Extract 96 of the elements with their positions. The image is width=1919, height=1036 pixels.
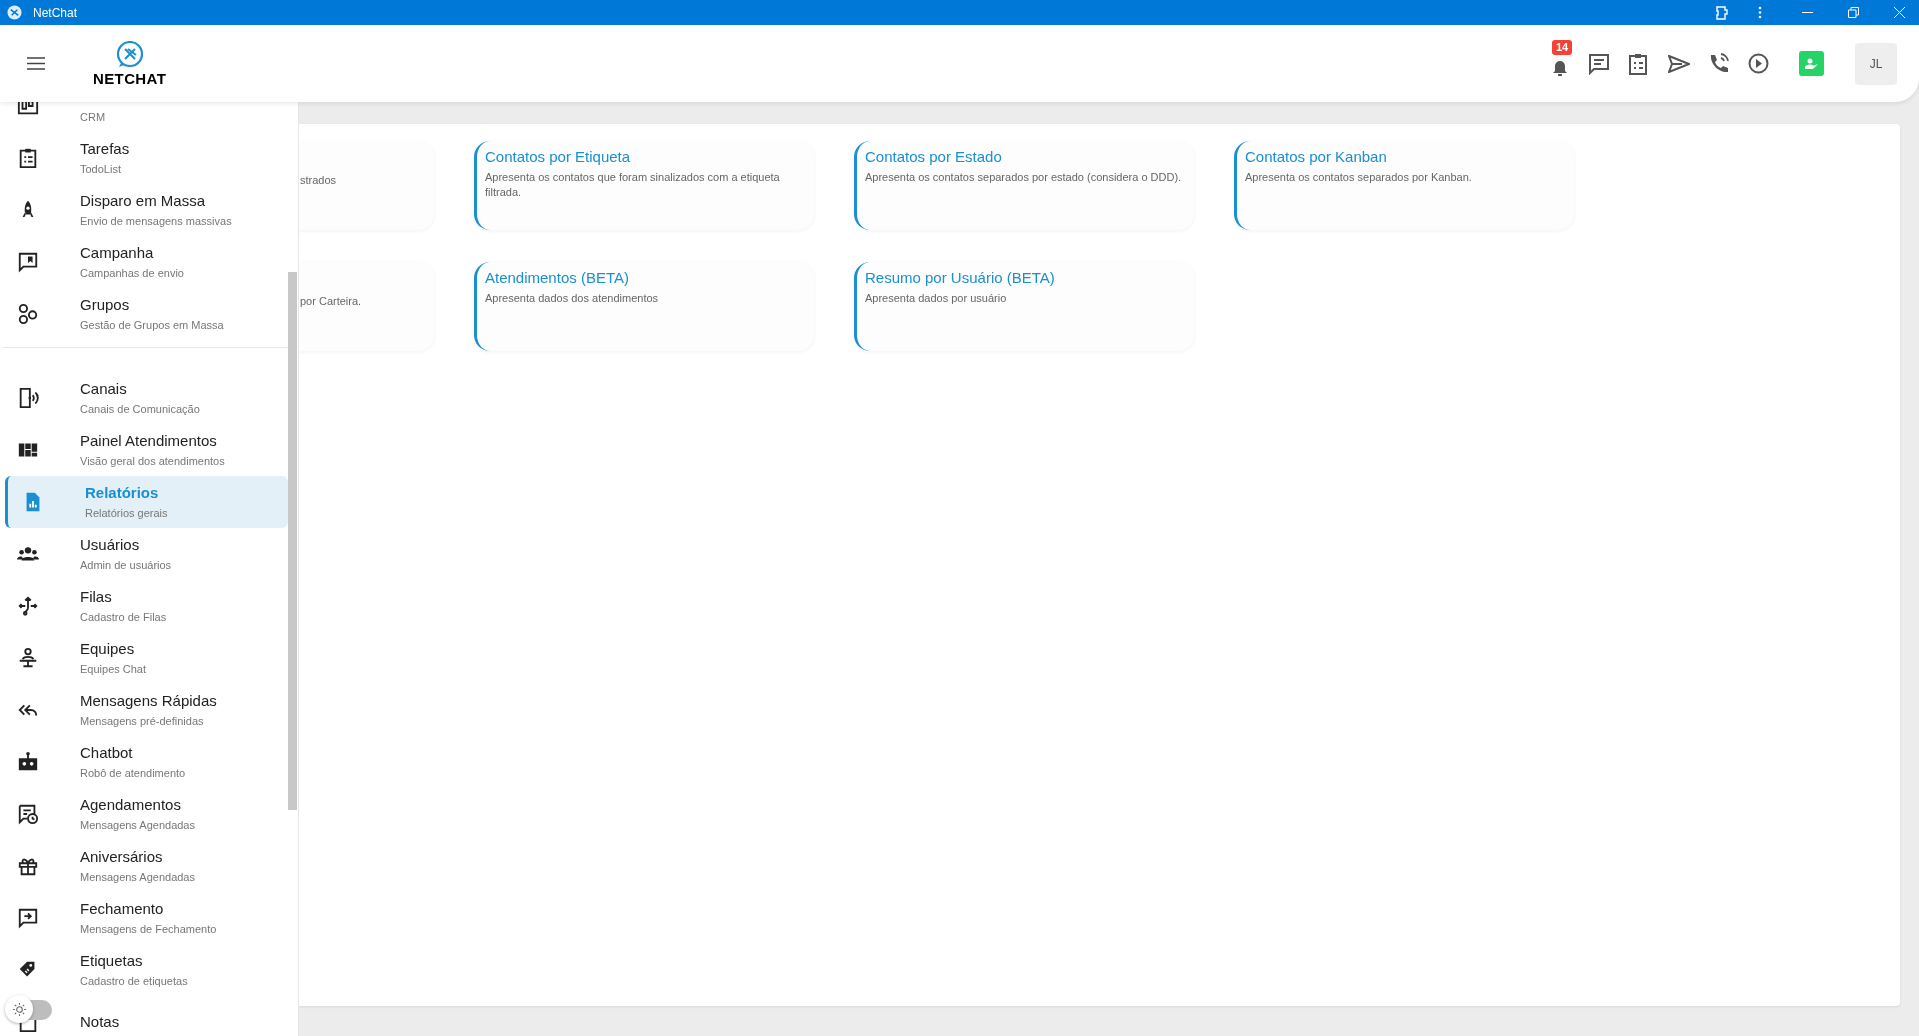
menu-item-title: Equipes	[80, 640, 136, 658]
report-description: Apresenta os contatos separados por estado (considera o DDD).	[865, 170, 1182, 185]
menu-item-title: Agendamentos	[80, 796, 182, 814]
menu-item[interactable]: Disparo em Massa Envio de mensagens massivas	[0, 184, 298, 236]
menu-item[interactable]: Mensagens Rápidas Mensagens pré-definidas	[0, 684, 298, 736]
report-card[interactable]: Contatos por Estado Apresenta os contatos separados por estado (considera o DDD).	[854, 141, 1194, 230]
menu-item[interactable]: Painel Atendimentos Visão geral dos atendimentos	[0, 424, 298, 476]
chat-bookmark-icon	[17, 251, 39, 273]
scheduled-message-icon	[17, 803, 39, 825]
report-card[interactable]: Contatos por Kanban Apresenta os contatos separados por Kanban.	[1234, 141, 1574, 230]
scrollbar-thumb[interactable]	[288, 272, 297, 810]
message-arrow-icon	[17, 907, 39, 929]
menu-item-subtitle: Admin de usuários	[80, 558, 172, 572]
menu-item-subtitle: Envio de mensagens massivas	[80, 214, 232, 228]
phone-signal-icon	[17, 387, 39, 409]
menu-item-title: Usuários	[80, 536, 141, 554]
chat-icon[interactable]	[1588, 52, 1610, 75]
menu-item-title: Disparo em Massa	[80, 192, 207, 210]
report-description: Apresenta os contatos separados por Kanban.	[1245, 170, 1473, 185]
menu-item-title: Painel Atendimentos	[80, 432, 218, 450]
menu-item[interactable]: Filas Cadastro de Filas	[0, 580, 298, 632]
menu-item-subtitle: Mensagens de Fechamento	[80, 922, 217, 936]
menu-item-subtitle: Gestão de Grupos em Massa	[80, 318, 224, 332]
report-card[interactable]: Contatos por Etiqueta Apresenta os contatos que foram sinalizados com a etiqueta filtrada.	[474, 141, 814, 230]
menu-item-subtitle: Canais de Comunicação	[80, 402, 200, 416]
menu-item-subtitle: Cadastro de Filas	[80, 610, 167, 624]
menu-item-title: Tarefas	[80, 140, 130, 158]
menu-item[interactable]: Fechamento Mensagens de Fechamento	[0, 892, 298, 944]
menu-item[interactable]: Etiquetas Cadastro de etiquetas	[0, 944, 298, 996]
notification-count: 14	[1552, 39, 1573, 55]
phone-icon[interactable]	[1708, 53, 1729, 74]
report-description: strados	[300, 173, 338, 188]
person-desk-icon	[17, 647, 39, 669]
report-card[interactable]: Resumo por Usuário (BETA) Apresenta dados por usuário	[854, 262, 1194, 351]
menu-item[interactable]: CRM	[0, 102, 298, 132]
report-description: Apresenta os contatos que foram sinalizados com a etiqueta filtrada.	[485, 170, 781, 200]
play-icon[interactable]	[1748, 53, 1769, 74]
menu-item-title: Canais	[80, 380, 128, 398]
menu-item-title: Filas	[80, 588, 113, 606]
menu-item-subtitle: Cadastro de etiquetas	[80, 974, 188, 988]
window-title: NetChat	[33, 4, 78, 22]
user-avatar[interactable]: JL	[1855, 42, 1897, 85]
menu-item-subtitle: Relatórios gerais	[85, 506, 168, 520]
menu-item-subtitle: Mensagens Agendadas	[80, 870, 195, 884]
clipboard-list-icon	[17, 147, 39, 169]
clipboard-icon[interactable]	[1628, 52, 1648, 75]
close-icon[interactable]	[1894, 7, 1905, 18]
menu-item[interactable]: Equipes Equipes Chat	[0, 632, 298, 684]
app-icon	[7, 5, 22, 20]
menu-item-title: Fechamento	[80, 900, 165, 918]
menu-item[interactable]: Usuários Admin de usuários	[0, 528, 298, 580]
report-title: Resumo por Usuário (BETA)	[865, 268, 1056, 288]
user-check-icon	[1805, 58, 1818, 69]
menu-item-subtitle: Mensagens pré-definidas	[80, 714, 205, 728]
report-card[interactable]: Atendimentos (BETA) Apresenta dados dos atendimentos	[474, 262, 814, 351]
robot-icon	[17, 751, 39, 773]
logo-text: NETCHAT	[93, 70, 167, 87]
menu-item-title: Etiquetas	[80, 952, 144, 970]
menu-item-title: Campanha	[80, 244, 155, 262]
menu-item-subtitle: Equipes Chat	[80, 662, 147, 676]
split-arrows-icon	[17, 595, 39, 617]
menu-item-title: Chatbot	[80, 744, 134, 762]
logo-icon	[115, 40, 144, 69]
send-icon[interactable]	[1668, 54, 1690, 73]
puzzle-icon[interactable]	[1714, 4, 1730, 21]
menu-item-title: Relatórios	[85, 484, 160, 502]
menu-item-subtitle: Mensagens Agendadas	[80, 818, 195, 832]
restore-icon[interactable]	[1848, 7, 1859, 18]
menu-item[interactable]: Agendamentos Mensagens Agendadas	[0, 788, 298, 840]
menu-item[interactable]: Campanha Campanhas de envio	[0, 236, 298, 288]
more-options-icon[interactable]	[1758, 6, 1762, 19]
menu-item-subtitle: Campanhas de envio	[80, 266, 184, 280]
menu-icon[interactable]	[27, 57, 45, 70]
report-title: Contatos por Kanban	[1245, 147, 1388, 167]
menu-item-title: Grupos	[80, 296, 131, 314]
menu-item-subtitle: Visão geral dos atendimentos	[80, 454, 225, 468]
circles-icon	[17, 303, 39, 325]
menu-item[interactable]: Relatórios Relatórios gerais	[5, 476, 288, 528]
report-title: Contatos por Etiqueta	[485, 147, 632, 167]
report-title: Contatos por Estado	[865, 147, 1003, 167]
menu-item[interactable]: Aniversários Mensagens Agendadas	[0, 840, 298, 892]
menu-item-subtitle: CRM	[80, 110, 106, 124]
menu-item-title: Aniversários	[80, 848, 164, 866]
menu-item-title: Mensagens Rápidas	[80, 692, 217, 710]
report-description: Apresenta dados dos atendimentos	[485, 291, 660, 306]
report-description: Apresenta dados por usuário	[865, 291, 1008, 306]
menu-item[interactable]: Chatbot Robô de atendimento	[0, 736, 298, 788]
menu-item-title: Notas	[80, 1013, 120, 1031]
menu-item-subtitle: TodoList	[80, 162, 122, 176]
sun-icon	[12, 1002, 26, 1016]
report-description: por Carteira.	[300, 294, 363, 309]
report-title: Atendimentos (BETA)	[485, 268, 630, 288]
menu-item[interactable]: Grupos Gestão de Grupos em Massa	[0, 288, 298, 340]
menu-item[interactable]: Tarefas TodoList	[0, 132, 298, 184]
menu-item-subtitle: Robô de atendimento	[80, 766, 186, 780]
menu-item[interactable]: Canais Canais de Comunicação	[0, 372, 298, 424]
